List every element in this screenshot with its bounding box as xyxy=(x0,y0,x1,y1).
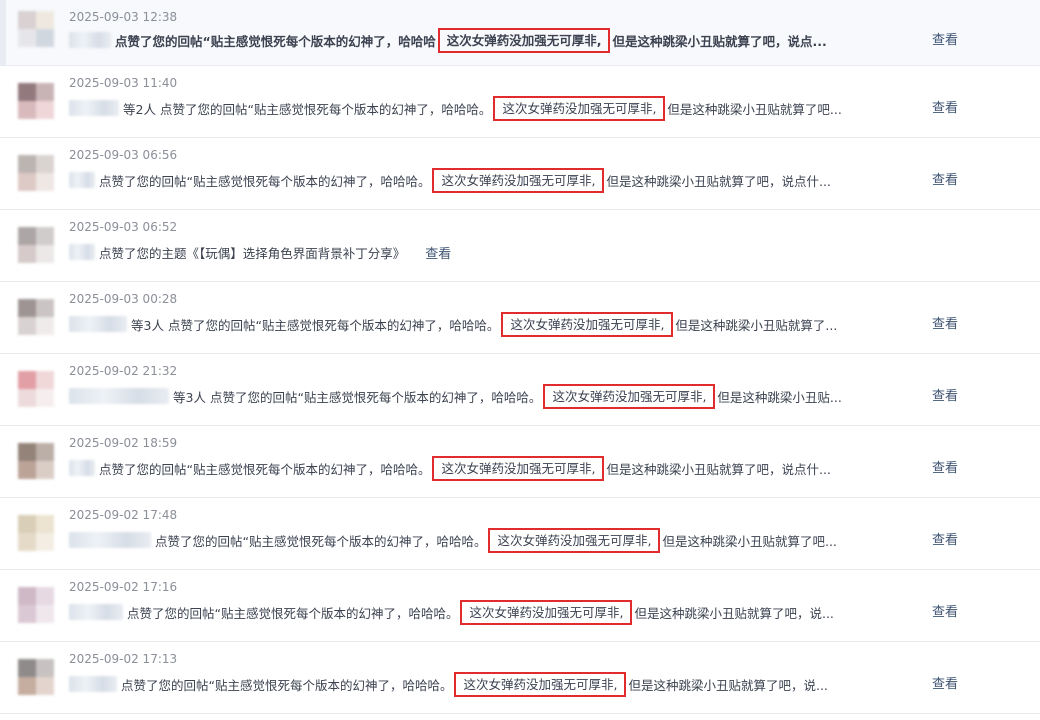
avatar[interactable] xyxy=(18,227,54,263)
notification-text: 点赞了您的回帖“贴主感觉恨死每个版本的幻神了，哈哈哈。 这次女弹药没加强无可厚非… xyxy=(69,599,834,625)
user-name[interactable] xyxy=(69,172,95,188)
user-name[interactable] xyxy=(69,604,123,620)
list-item[interactable]: 2025-09-03 00:28 等3人 点赞了您的回帖“贴主感觉恨死每个版本的… xyxy=(0,282,1040,354)
timestamp: 2025-09-02 17:13 xyxy=(69,652,178,666)
view-link[interactable]: 查看 xyxy=(932,457,958,476)
notification-text: 点赞了您的回帖“贴主感觉恨死每个版本的幻神了，哈哈哈。 这次女弹药没加强无可厚非… xyxy=(69,671,828,697)
view-link[interactable]: 查看 xyxy=(932,29,958,48)
user-name[interactable] xyxy=(69,32,111,48)
notification-text: 点赞了您的回帖“贴主感觉恨死每个版本的幻神了，哈哈哈。 这次女弹药没加强无可厚非… xyxy=(69,167,831,193)
action-text: 点赞了您的回帖“贴主感觉恨死每个版本的幻神了，哈哈哈 xyxy=(115,33,436,49)
user-name[interactable] xyxy=(69,532,151,548)
action-text: 点赞了您的主题《【玩偶】选择角色界面背景补丁分享》 xyxy=(99,245,406,261)
action-text: 点赞了您的回帖“贴主感觉恨死每个版本的幻神了，哈哈哈。 xyxy=(167,317,500,333)
user-name[interactable] xyxy=(69,244,95,260)
action-text: 点赞了您的回帖“贴主感觉恨死每个版本的幻神了，哈哈哈。 xyxy=(121,677,453,693)
view-link[interactable]: 查看 xyxy=(932,529,958,548)
avatar[interactable] xyxy=(18,659,54,695)
user-name[interactable] xyxy=(69,460,95,476)
timestamp: 2025-09-03 12:38 xyxy=(69,10,178,24)
action-text-tail: 但是这种跳梁小丑贴就算了吧，说... xyxy=(628,677,828,693)
avatar[interactable] xyxy=(18,155,54,191)
avatar[interactable] xyxy=(18,587,54,623)
action-text-tail: 但是这种跳梁小丑贴就算了吧，说点什... xyxy=(606,461,831,477)
view-link[interactable]: 查看 xyxy=(932,97,958,116)
suffix: 等2人 xyxy=(123,101,156,117)
highlighted-quote: 这次女弹药没加强无可厚非, xyxy=(460,599,633,625)
list-item[interactable]: 2025-09-03 06:56 点赞了您的回帖“贴主感觉恨死每个版本的幻神了，… xyxy=(0,138,1040,210)
highlighted-quote: 这次女弹药没加强无可厚非, xyxy=(454,671,627,697)
action-text: 点赞了您的回帖“贴主感觉恨死每个版本的幻神了，哈哈哈。 xyxy=(127,605,459,621)
notification-text: 点赞了您的回帖“贴主感觉恨死每个版本的幻神了，哈哈哈 这次女弹药没加强无可厚非,… xyxy=(69,27,827,53)
action-text: 点赞了您的回帖“贴主感觉恨死每个版本的幻神了，哈哈哈。 xyxy=(159,101,492,117)
user-name[interactable] xyxy=(69,388,169,404)
avatar[interactable] xyxy=(18,299,54,335)
user-name[interactable] xyxy=(69,676,117,692)
action-text: 点赞了您的回帖“贴主感觉恨死每个版本的幻神了，哈哈哈。 xyxy=(99,461,431,477)
list-item[interactable]: 2025-09-03 11:40 等2人 点赞了您的回帖“贴主感觉恨死每个版本的… xyxy=(0,66,1040,138)
view-link[interactable]: 查看 xyxy=(932,601,958,620)
action-text-tail: 但是这种跳梁小丑贴就算了... xyxy=(675,317,838,333)
avatar[interactable] xyxy=(18,83,54,119)
notification-text: 点赞了您的回帖“贴主感觉恨死每个版本的幻神了，哈哈哈。 这次女弹药没加强无可厚非… xyxy=(69,455,831,481)
view-link[interactable]: 查看 xyxy=(425,243,451,262)
list-item[interactable]: 2025-09-02 21:32 等3人 点赞了您的回帖“贴主感觉恨死每个版本的… xyxy=(0,354,1040,426)
view-link[interactable]: 查看 xyxy=(932,169,958,188)
highlighted-quote: 这次女弹药没加强无可厚非, xyxy=(437,27,611,53)
action-text-tail: 但是这种跳梁小丑贴就算了吧... xyxy=(667,101,842,117)
list-item[interactable]: 2025-09-02 18:59 点赞了您的回帖“贴主感觉恨死每个版本的幻神了，… xyxy=(0,426,1040,498)
highlighted-quote: 这次女弹药没加强无可厚非, xyxy=(432,167,605,193)
timestamp: 2025-09-02 21:32 xyxy=(69,364,178,378)
timestamp: 2025-09-03 06:56 xyxy=(69,148,178,162)
action-text: 点赞了您的回帖“贴主感觉恨死每个版本的幻神了，哈哈哈。 xyxy=(209,389,542,405)
highlighted-quote: 这次女弹药没加强无可厚非, xyxy=(493,95,666,121)
notification-text: 点赞了您的主题《【玩偶】选择角色界面背景补丁分享》 查看 xyxy=(69,240,451,264)
notification-text: 等3人 点赞了您的回帖“贴主感觉恨死每个版本的幻神了，哈哈哈。 这次女弹药没加强… xyxy=(69,311,838,337)
notification-text: 点赞了您的回帖“贴主感觉恨死每个版本的幻神了，哈哈哈。 这次女弹药没加强无可厚非… xyxy=(69,527,837,553)
list-item[interactable]: 2025-09-03 06:52 点赞了您的主题《【玩偶】选择角色界面背景补丁分… xyxy=(0,210,1040,282)
timestamp: 2025-09-02 18:59 xyxy=(69,436,178,450)
view-link[interactable]: 查看 xyxy=(932,385,958,404)
highlighted-quote: 这次女弹药没加强无可厚非, xyxy=(432,455,605,481)
action-text: 点赞了您的回帖“贴主感觉恨死每个版本的幻神了，哈哈哈。 xyxy=(155,533,487,549)
timestamp: 2025-09-03 00:28 xyxy=(69,292,178,306)
user-name[interactable] xyxy=(69,316,127,332)
notification-text: 等2人 点赞了您的回帖“贴主感觉恨死每个版本的幻神了，哈哈哈。 这次女弹药没加强… xyxy=(69,95,842,121)
action-text-tail: 但是这种跳梁小丑贴就算了吧，说点什... xyxy=(606,173,831,189)
timestamp: 2025-09-03 06:52 xyxy=(69,220,178,234)
avatar[interactable] xyxy=(18,371,54,407)
action-text-tail: 但是这种跳梁小丑贴就算了吧... xyxy=(662,533,837,549)
timestamp: 2025-09-02 17:16 xyxy=(69,580,178,594)
suffix: 等3人 xyxy=(173,389,206,405)
avatar[interactable] xyxy=(18,443,54,479)
action-text: 点赞了您的回帖“贴主感觉恨死每个版本的幻神了，哈哈哈。 xyxy=(99,173,431,189)
notification-text: 等3人 点赞了您的回帖“贴主感觉恨死每个版本的幻神了，哈哈哈。 这次女弹药没加强… xyxy=(69,383,842,409)
highlighted-quote: 这次女弹药没加强无可厚非, xyxy=(501,311,674,337)
list-item[interactable]: 2025-09-02 17:48 点赞了您的回帖“贴主感觉恨死每个版本的幻神了，… xyxy=(0,498,1040,570)
user-name[interactable] xyxy=(69,100,119,116)
view-link[interactable]: 查看 xyxy=(932,313,958,332)
highlighted-quote: 这次女弹药没加强无可厚非, xyxy=(543,383,716,409)
action-text-tail: 但是这种跳梁小丑贴... xyxy=(717,389,842,405)
action-text-tail: 但是这种跳梁小丑贴就算了吧，说点... xyxy=(612,33,827,49)
list-item[interactable]: 2025-09-02 17:16 点赞了您的回帖“贴主感觉恨死每个版本的幻神了，… xyxy=(0,570,1040,642)
list-item[interactable]: 2025-09-03 12:38 点赞了您的回帖“贴主感觉恨死每个版本的幻神了，… xyxy=(0,0,1040,66)
avatar[interactable] xyxy=(18,515,54,551)
suffix: 等3人 xyxy=(131,317,164,333)
timestamp: 2025-09-02 17:48 xyxy=(69,508,178,522)
list-item[interactable]: 2025-09-02 17:13 点赞了您的回帖“贴主感觉恨死每个版本的幻神了，… xyxy=(0,642,1040,714)
timestamp: 2025-09-03 11:40 xyxy=(69,76,178,90)
highlighted-quote: 这次女弹药没加强无可厚非, xyxy=(488,527,661,553)
notification-list: 2025-09-03 12:38 点赞了您的回帖“贴主感觉恨死每个版本的幻神了，… xyxy=(0,0,1040,714)
view-link[interactable]: 查看 xyxy=(932,673,958,692)
action-text-tail: 但是这种跳梁小丑贴就算了吧，说... xyxy=(634,605,834,621)
avatar[interactable] xyxy=(18,11,54,47)
